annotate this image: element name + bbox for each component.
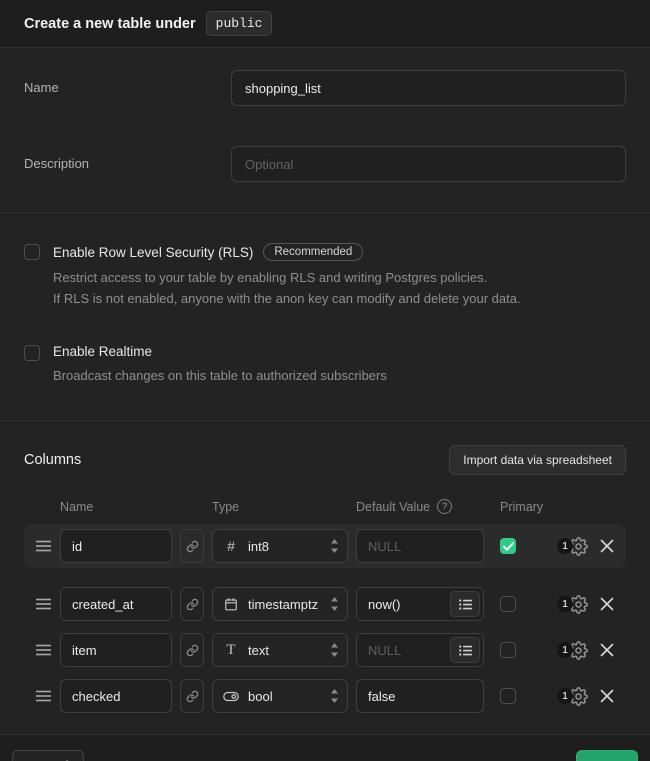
foreign-key-link-icon[interactable] xyxy=(180,529,204,563)
foreign-key-link-icon[interactable] xyxy=(180,679,204,713)
rls-block: Enable Row Level Security (RLS) Recommen… xyxy=(24,243,626,310)
rls-description: Restrict access to your table by enablin… xyxy=(53,268,521,310)
save-button[interactable]: Save xyxy=(576,750,638,761)
panel-title: Create a new table under xyxy=(24,16,196,32)
header-default-value: Default Value xyxy=(356,500,430,514)
default-value-input[interactable] xyxy=(356,529,484,563)
foreign-key-link-icon[interactable] xyxy=(180,587,204,621)
column-settings-button[interactable]: 1 xyxy=(557,641,588,660)
chevron-updown-icon xyxy=(330,643,339,657)
column-settings-button[interactable]: 1 xyxy=(557,687,588,706)
rls-label: Enable Row Level Security (RLS) xyxy=(53,245,253,260)
column-row: T text 1 xyxy=(24,628,626,672)
column-row: # int8 1 xyxy=(24,524,626,568)
table-name-input[interactable] xyxy=(231,70,626,106)
drag-handle-icon[interactable] xyxy=(36,598,52,610)
remove-column-icon[interactable] xyxy=(600,539,614,553)
columns-header-row: Name Type Default Value ? Primary xyxy=(24,499,626,514)
chevron-updown-icon xyxy=(330,539,339,553)
drag-handle-icon[interactable] xyxy=(36,540,52,552)
table-info-section: Name Description xyxy=(0,48,650,213)
primary-checkbox[interactable] xyxy=(500,538,516,554)
panel-footer: Cancel Save xyxy=(0,734,650,761)
column-settings-button[interactable]: 1 xyxy=(557,537,588,556)
column-type-select[interactable]: # int8 xyxy=(212,529,348,563)
column-name-input[interactable] xyxy=(60,633,172,667)
realtime-checkbox[interactable] xyxy=(24,345,40,361)
header-name: Name xyxy=(60,500,172,514)
header-type: Type xyxy=(212,500,348,514)
cancel-button[interactable]: Cancel xyxy=(12,750,84,761)
remove-column-icon[interactable] xyxy=(600,643,614,657)
realtime-description: Broadcast changes on this table to autho… xyxy=(53,366,387,387)
foreign-key-link-icon[interactable] xyxy=(180,633,204,667)
primary-checkbox[interactable] xyxy=(500,596,516,612)
table-description-input[interactable] xyxy=(231,146,626,182)
calendar-icon xyxy=(223,597,239,611)
column-row: timestamptz 1 xyxy=(24,582,626,626)
columns-section: Columns Import data via spreadsheet Name… xyxy=(0,421,650,734)
columns-title: Columns xyxy=(24,452,81,468)
name-label: Name xyxy=(24,70,231,95)
column-type-select[interactable]: timestamptz xyxy=(212,587,348,621)
primary-checkbox[interactable] xyxy=(500,642,516,658)
options-section: Enable Row Level Security (RLS) Recommen… xyxy=(0,213,650,421)
import-spreadsheet-button[interactable]: Import data via spreadsheet xyxy=(449,445,626,475)
question-icon[interactable]: ? xyxy=(437,499,452,514)
drag-handle-icon[interactable] xyxy=(36,644,52,656)
realtime-block: Enable Realtime Broadcast changes on thi… xyxy=(24,344,626,387)
suggestions-list-icon[interactable] xyxy=(450,637,480,663)
toggle-icon xyxy=(223,691,239,702)
hash-icon: # xyxy=(223,538,239,554)
rls-checkbox[interactable] xyxy=(24,244,40,260)
default-value-input[interactable] xyxy=(356,679,484,713)
chevron-updown-icon xyxy=(330,597,339,611)
column-row: bool 1 xyxy=(24,674,626,718)
drag-handle-icon[interactable] xyxy=(36,690,52,702)
panel-header: Create a new table under public xyxy=(0,0,650,48)
remove-column-icon[interactable] xyxy=(600,689,614,703)
column-rows: # int8 1 xyxy=(24,524,626,718)
chevron-updown-icon xyxy=(330,689,339,703)
recommended-badge: Recommended xyxy=(263,243,363,261)
column-name-input[interactable] xyxy=(60,587,172,621)
primary-checkbox[interactable] xyxy=(500,688,516,704)
suggestions-list-icon[interactable] xyxy=(450,591,480,617)
description-label: Description xyxy=(24,146,231,171)
column-settings-button[interactable]: 1 xyxy=(557,595,588,614)
column-type-select[interactable]: bool xyxy=(212,679,348,713)
name-row: Name xyxy=(24,70,626,106)
column-name-input[interactable] xyxy=(60,679,172,713)
header-primary: Primary xyxy=(492,500,548,514)
remove-column-icon[interactable] xyxy=(600,597,614,611)
column-name-input[interactable] xyxy=(60,529,172,563)
description-row: Description xyxy=(24,146,626,182)
column-type-select[interactable]: T text xyxy=(212,633,348,667)
text-icon: T xyxy=(223,642,239,659)
create-table-panel: Create a new table under public Name Des… xyxy=(0,0,650,761)
realtime-label: Enable Realtime xyxy=(53,344,152,359)
schema-badge: public xyxy=(206,11,273,36)
